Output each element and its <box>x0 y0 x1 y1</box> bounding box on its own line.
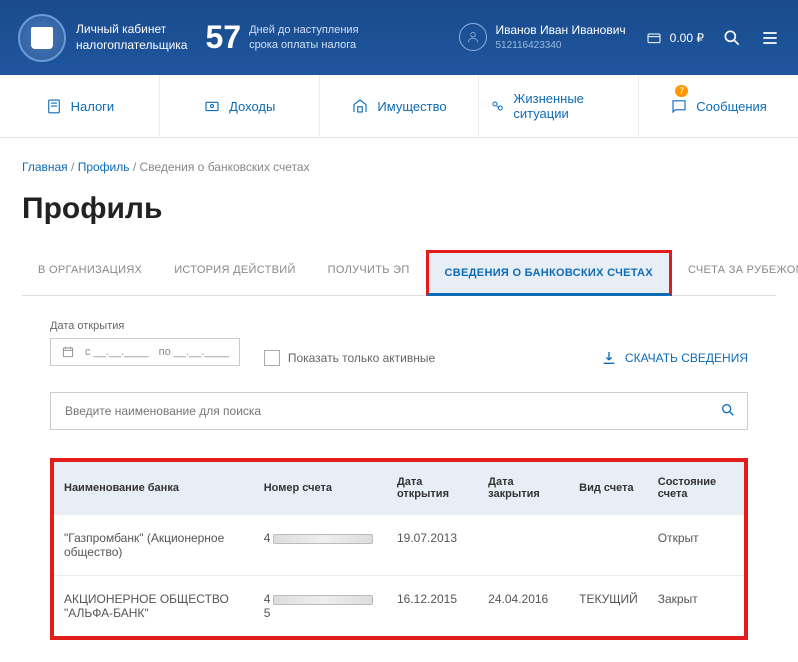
accounts-table: Наименование банка Номер счета Дата откр… <box>54 462 744 636</box>
fns-emblem-icon <box>18 14 66 62</box>
property-icon <box>351 97 369 115</box>
taxes-icon <box>45 97 63 115</box>
th-bank: Наименование банка <box>54 462 254 515</box>
nav-taxes[interactable]: Налоги <box>0 75 160 137</box>
nav-property[interactable]: Имущество <box>320 75 480 137</box>
redacted-icon <box>273 534 373 544</box>
th-status: Состояние счета <box>648 462 744 515</box>
date-label: Дата открытия <box>50 320 240 332</box>
date-range-input[interactable]: с __.__.____ по __.__.____ <box>50 338 240 366</box>
main-nav: Налоги Доходы Имущество Жизненные ситуац… <box>0 75 798 138</box>
days-number: 57 <box>205 19 241 56</box>
crumb-profile[interactable]: Профиль <box>78 160 130 174</box>
nav-situations[interactable]: Жизненные ситуации <box>479 75 639 137</box>
tab-foreign-accounts[interactable]: СЧЕТА ЗА РУБЕЖОМ <box>672 250 798 295</box>
table-row[interactable]: "Газпромбанк" (Акционерное общество) 4 1… <box>54 515 744 576</box>
content: Главная / Профиль / Сведения о банковски… <box>0 138 798 662</box>
days-countdown: 57 Дней до наступления срока оплаты нало… <box>205 19 358 56</box>
cell-account: 45 <box>254 576 387 637</box>
crumb-home[interactable]: Главная <box>22 160 68 174</box>
app-header: Личный кабинет налогоплательщика 57 Дней… <box>0 0 798 75</box>
checkbox-icon <box>264 350 280 366</box>
user-id: 512116423340 <box>495 39 625 53</box>
logo-line2: налогоплательщика <box>76 38 187 54</box>
user-block[interactable]: Иванов Иван Иванович 512116423340 <box>459 22 625 53</box>
page-title: Профиль <box>22 192 776 226</box>
th-type: Вид счета <box>569 462 648 515</box>
breadcrumb: Главная / Профиль / Сведения о банковски… <box>22 160 776 174</box>
redacted-icon <box>273 595 373 605</box>
filters: Дата открытия с __.__.____ по __.__.____… <box>22 308 776 378</box>
search-icon[interactable] <box>720 402 736 418</box>
calendar-icon <box>61 345 75 359</box>
wallet-icon <box>644 30 664 46</box>
download-button[interactable]: СКАЧАТЬ СВЕДЕНИЯ <box>601 350 748 366</box>
accounts-table-box: Наименование банка Номер счета Дата откр… <box>50 458 748 640</box>
download-icon <box>601 350 617 366</box>
income-icon <box>203 97 221 115</box>
th-close: Дата закрытия <box>478 462 569 515</box>
tab-organizations[interactable]: В ОРГАНИЗАЦИЯХ <box>22 250 158 295</box>
messages-badge: 7 <box>675 85 688 97</box>
crumb-current: Сведения о банковских счетах <box>140 160 310 174</box>
wallet-balance[interactable]: 0.00 ₽ <box>644 30 704 46</box>
th-open: Дата открытия <box>387 462 478 515</box>
tabs-wrap: В ОРГАНИЗАЦИЯХ ИСТОРИЯ ДЕЙСТВИЙ ПОЛУЧИТЬ… <box>22 250 776 296</box>
menu-icon[interactable] <box>760 28 780 48</box>
tab-history[interactable]: ИСТОРИЯ ДЕЙСТВИЙ <box>158 250 311 295</box>
table-row[interactable]: АКЦИОНЕРНОЕ ОБЩЕСТВО "АЛЬФА-БАНК" 45 16.… <box>54 576 744 637</box>
search-wrap <box>50 392 748 430</box>
nav-income[interactable]: Доходы <box>160 75 320 137</box>
th-account: Номер счета <box>254 462 387 515</box>
nav-messages[interactable]: Сообщения 7 <box>639 75 798 137</box>
logo-line1: Личный кабинет <box>76 22 187 38</box>
search-icon[interactable] <box>722 28 742 48</box>
logo-block[interactable]: Личный кабинет налогоплательщика <box>18 14 187 62</box>
user-name: Иванов Иван Иванович <box>495 22 625 39</box>
user-avatar-icon <box>459 23 487 51</box>
tab-get-ep[interactable]: ПОЛУЧИТЬ ЭП <box>312 250 426 295</box>
cell-account: 4 <box>254 515 387 576</box>
search-input[interactable] <box>50 392 748 430</box>
tab-bank-accounts[interactable]: СВЕДЕНИЯ О БАНКОВСКИХ СЧЕТАХ <box>426 250 672 296</box>
messages-icon <box>670 97 688 115</box>
active-only-checkbox[interactable]: Показать только активные <box>264 350 435 366</box>
situations-icon <box>489 97 505 115</box>
